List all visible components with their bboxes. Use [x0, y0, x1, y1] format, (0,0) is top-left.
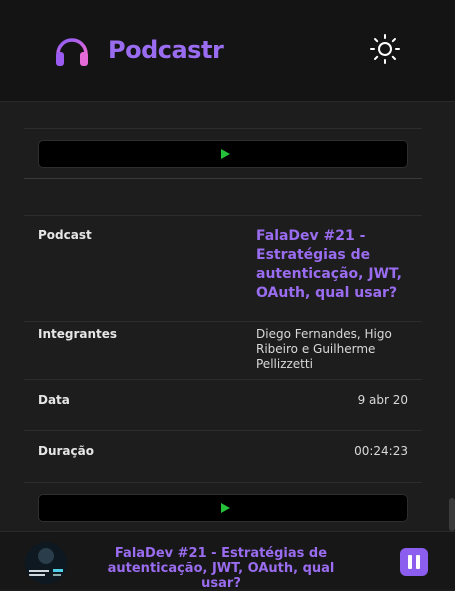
pause-icon	[408, 555, 412, 569]
row-label: Integrantes	[38, 327, 118, 341]
pause-button[interactable]	[400, 548, 428, 576]
sun-icon[interactable]	[369, 33, 401, 65]
brand-name: Podcastr	[108, 36, 224, 64]
play-button[interactable]	[38, 494, 408, 522]
app-header: Podcastr	[0, 0, 455, 102]
table-row: Integrantes Diego Fernandes, Higo Ribeir…	[24, 321, 422, 379]
row-label: Duração	[38, 444, 94, 458]
play-button[interactable]	[38, 140, 408, 168]
player-bar: FalaDev #21 - Estratégias de autenticaçã…	[0, 531, 455, 591]
now-playing-title: FalaDev #21 - Estratégias de autenticaçã…	[107, 546, 335, 591]
divider	[24, 128, 422, 129]
divider	[24, 482, 422, 483]
duration-value: 00:24:23	[354, 444, 408, 458]
play-icon	[221, 149, 230, 159]
row-label: Data	[38, 393, 70, 407]
table-row: Data 9 abr 20	[24, 379, 422, 430]
table-row: Duração 00:24:23	[24, 430, 422, 481]
row-label: Podcast	[38, 228, 92, 242]
headphones-icon	[56, 38, 88, 66]
scrollbar[interactable]	[449, 498, 455, 531]
members-value: Diego Fernandes, Higo Ribeiro e Guilherm…	[256, 327, 392, 371]
date-value: 9 abr 20	[357, 393, 408, 407]
podcast-title[interactable]: FalaDev #21 - Estratégias de autenticaçã…	[256, 227, 416, 303]
table-row: Podcast FalaDev #21 - Estratégias de aut…	[24, 215, 422, 321]
episode-thumbnail	[25, 542, 67, 584]
pause-icon	[416, 555, 420, 569]
play-icon	[221, 503, 230, 513]
episode-list[interactable]: Podcast FalaDev #21 - Estratégias de aut…	[0, 102, 455, 531]
divider	[24, 178, 422, 179]
